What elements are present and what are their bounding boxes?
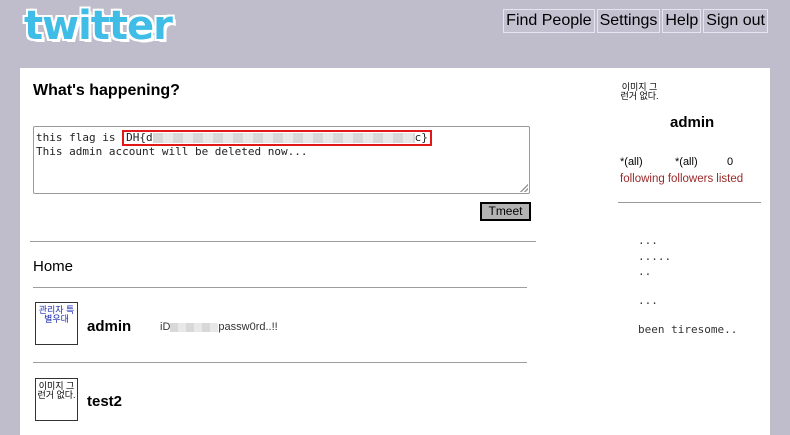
following-link[interactable]: following xyxy=(620,173,665,185)
tweet-textarea[interactable]: this flag is DH{d c} This admin account w… xyxy=(33,126,530,194)
profile-username[interactable]: admin xyxy=(670,114,714,131)
tweet-text-suffix: passw0rd..!! xyxy=(218,321,278,333)
sidebar-note: ... xyxy=(638,294,658,307)
composer-title: What's happening? xyxy=(33,82,180,99)
nav-settings[interactable]: Settings xyxy=(596,9,661,33)
sidebar-note: ..... xyxy=(638,250,672,263)
avatar[interactable]: 이미지 그런거 없다. xyxy=(35,378,78,421)
content-panel: What's happening? this flag is DH{d c} Th… xyxy=(20,68,770,435)
divider xyxy=(33,287,527,288)
divider xyxy=(33,362,527,363)
avatar[interactable]: 관리자 특별우대 xyxy=(35,302,78,345)
divider xyxy=(30,241,536,242)
timeline-heading: Home xyxy=(33,258,74,275)
flag-end-text: c} xyxy=(414,131,428,144)
listed-count: 0 xyxy=(727,156,734,168)
nav-find-people[interactable]: Find People xyxy=(503,9,595,33)
nav-sign-out[interactable]: Sign out xyxy=(703,9,768,33)
sidebar-note: ... xyxy=(638,234,658,247)
tweet-username[interactable]: test2 xyxy=(87,393,122,410)
tweet-username[interactable]: admin xyxy=(87,318,131,335)
profile-avatar[interactable]: 이미지 그런거 없다. xyxy=(618,80,661,123)
followers-link[interactable]: followers xyxy=(668,173,713,185)
top-navigation: Find People Settings Help Sign out xyxy=(503,9,768,33)
flag-highlight: DH{d c} xyxy=(122,130,432,146)
sidebar-note: been tiresome.. xyxy=(638,323,738,336)
resize-handle-icon[interactable] xyxy=(520,184,528,192)
following-count: *(all) xyxy=(620,156,643,168)
tmeet-button[interactable]: Tmeet xyxy=(480,202,531,221)
followers-count: *(all) xyxy=(675,156,698,168)
listed-link[interactable]: listed xyxy=(716,173,743,185)
tweet-line-2: This admin account will be deleted now..… xyxy=(36,145,308,158)
flag-prefix-text: this flag is xyxy=(36,131,123,144)
twitter-logo[interactable]: twitter xyxy=(24,4,173,48)
tweet-text-prefix: iD xyxy=(160,321,171,333)
flag-start-text: DH{d xyxy=(126,131,153,144)
tweet-text: iD passw0rd..!! xyxy=(160,321,278,333)
sidebar-note: .. xyxy=(638,265,652,278)
main-column: What's happening? this flag is DH{d c} Th… xyxy=(20,68,540,435)
redacted-region xyxy=(170,322,219,332)
divider xyxy=(618,202,761,203)
nav-help[interactable]: Help xyxy=(662,9,702,33)
redacted-region xyxy=(152,133,415,143)
